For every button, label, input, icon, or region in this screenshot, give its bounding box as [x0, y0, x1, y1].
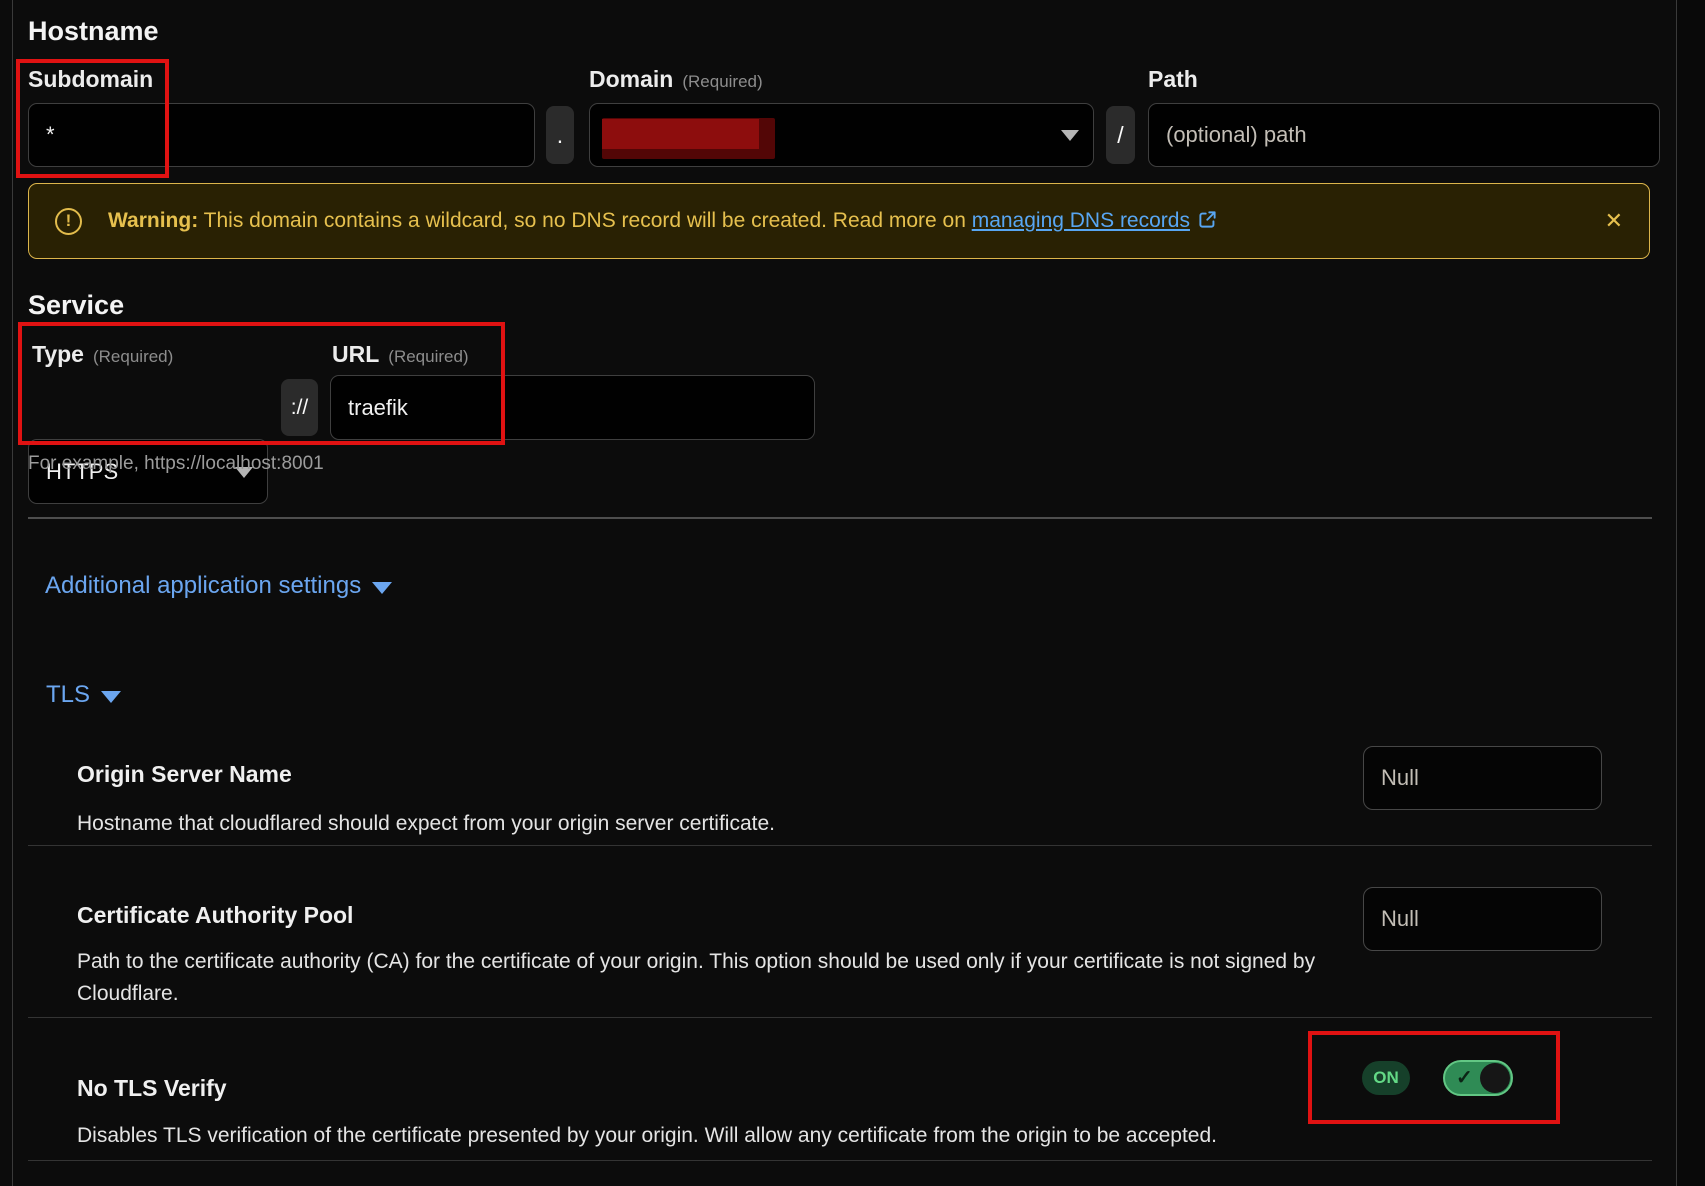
url-label: URL	[332, 341, 379, 368]
service-section-title: Service	[28, 290, 124, 321]
chevron-down-icon	[372, 582, 392, 594]
highlight-box-no-tls-verify	[1308, 1031, 1560, 1124]
tls-section-toggle[interactable]: TLS	[46, 681, 121, 709]
row-divider	[28, 1160, 1652, 1161]
subdomain-input[interactable]	[28, 103, 535, 167]
type-required-hint: (Required)	[93, 347, 173, 367]
certificate-authority-pool-title: Certificate Authority Pool	[77, 902, 353, 929]
toggle-knob	[1480, 1063, 1510, 1093]
additional-application-settings-toggle[interactable]: Additional application settings	[45, 572, 392, 600]
close-icon[interactable]: ✕	[1605, 210, 1623, 232]
managing-dns-records-link[interactable]: managing DNS records	[972, 209, 1190, 232]
url-required-hint: (Required)	[388, 347, 468, 367]
warning-message: This domain contains a wildcard, so no D…	[198, 209, 971, 232]
section-divider	[28, 517, 1652, 519]
warning-icon: !	[55, 208, 82, 235]
type-label: Type	[32, 341, 84, 368]
path-input[interactable]	[1148, 103, 1660, 167]
row-divider	[28, 845, 1652, 846]
redacted-domain-value	[602, 118, 775, 159]
subdomain-label: Subdomain	[28, 66, 153, 93]
chevron-down-icon	[1061, 130, 1079, 141]
external-link-icon	[1198, 210, 1217, 229]
certificate-authority-pool-description: Path to the certificate authority (CA) f…	[77, 946, 1327, 1010]
service-helper-text: For example, https://localhost:8001	[28, 453, 324, 475]
no-tls-verify-state-badge: ON	[1362, 1061, 1410, 1095]
row-divider	[28, 1017, 1652, 1018]
wildcard-warning-banner: ! Warning: This domain contains a wildca…	[28, 183, 1650, 259]
domain-label: Domain	[589, 66, 673, 93]
origin-server-name-description: Hostname that cloudflared should expect …	[77, 808, 775, 840]
warning-text: Warning: This domain contains a wildcard…	[108, 209, 1217, 233]
origin-server-name-title: Origin Server Name	[77, 761, 292, 788]
redacted-domain-value-inner	[602, 119, 759, 149]
hostname-section-title: Hostname	[28, 16, 159, 47]
service-url-input[interactable]	[330, 375, 815, 440]
right-gutter	[1677, 0, 1705, 1186]
path-label: Path	[1148, 66, 1198, 93]
tls-section-label: TLS	[46, 681, 90, 709]
no-tls-verify-toggle[interactable]: ✓	[1443, 1060, 1513, 1096]
warning-bold-prefix: Warning:	[108, 209, 198, 232]
scheme-separator: ://	[281, 379, 318, 436]
no-tls-verify-title: No TLS Verify	[77, 1075, 227, 1102]
no-tls-verify-description: Disables TLS verification of the certifi…	[77, 1120, 1217, 1152]
tunnel-hostname-config-page: Hostname Subdomain . Domain (Required) /…	[0, 0, 1705, 1186]
check-icon: ✓	[1456, 1065, 1473, 1090]
panel-left-border	[12, 0, 13, 1186]
domain-required-hint: (Required)	[682, 72, 762, 92]
certificate-authority-pool-input[interactable]	[1363, 887, 1602, 951]
chevron-down-icon	[101, 691, 121, 703]
panel-right-border	[1676, 0, 1677, 1186]
domain-select[interactable]	[589, 103, 1094, 167]
origin-server-name-input[interactable]	[1363, 746, 1602, 810]
slash-separator: /	[1106, 106, 1135, 164]
dot-separator: .	[546, 106, 574, 164]
additional-application-settings-label: Additional application settings	[45, 572, 361, 600]
